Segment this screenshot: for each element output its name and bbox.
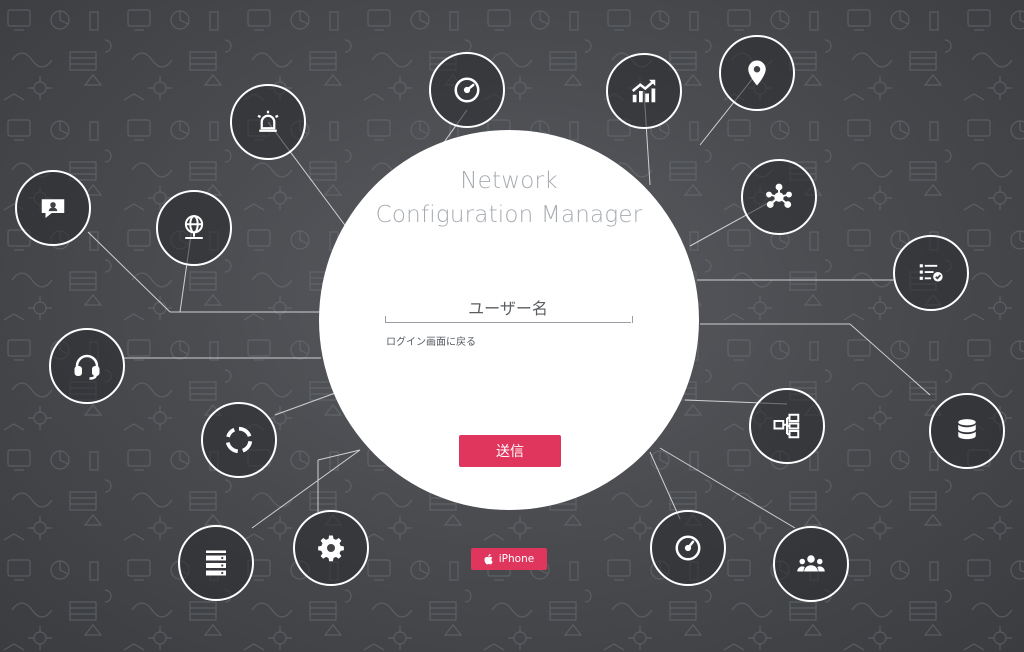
globe-network-node[interactable] — [156, 190, 232, 266]
alarm-bell-icon — [257, 110, 279, 132]
database-node[interactable] — [929, 393, 1005, 469]
back-to-login-link[interactable]: ログイン画面に戻る — [386, 333, 476, 348]
trending-chart-icon — [631, 79, 656, 103]
login-card: Network Configuration Manager ログイン画面に戻る … — [319, 130, 699, 510]
checklist-icon — [919, 264, 943, 282]
gear-node[interactable] — [293, 510, 369, 586]
trending-chart-node[interactable] — [606, 53, 682, 129]
username-input[interactable] — [385, 294, 631, 323]
sync-icon — [225, 426, 253, 454]
map-pin-node[interactable] — [719, 35, 795, 111]
apple-icon — [484, 553, 493, 564]
database-icon — [958, 419, 976, 440]
server-rack-icon — [206, 550, 226, 576]
gauge-node[interactable] — [650, 510, 726, 586]
workflow-icon — [773, 413, 800, 439]
globe-network-icon — [184, 215, 204, 239]
gauge-icon — [675, 535, 701, 561]
submit-button[interactable]: 送信 — [459, 435, 561, 467]
checklist-node[interactable] — [893, 235, 969, 311]
user-group-node[interactable] — [773, 526, 849, 602]
user-group-icon — [797, 555, 825, 572]
speedometer-icon — [454, 77, 480, 103]
speedometer-node[interactable] — [429, 52, 505, 128]
title-line-2: Configuration Manager — [375, 202, 643, 228]
server-rack-node[interactable] — [178, 525, 254, 601]
title-line-1: Network — [460, 168, 558, 194]
chat-bubble-icon — [41, 199, 65, 218]
page-title: Network Configuration Manager — [319, 164, 699, 232]
sync-node[interactable] — [201, 402, 277, 478]
hierarchy-network-node[interactable] — [741, 159, 817, 235]
hierarchy-network-icon — [766, 183, 792, 208]
alarm-bell-node[interactable] — [230, 84, 306, 160]
iphone-label: iPhone — [498, 553, 535, 565]
headset-icon — [74, 354, 100, 380]
gear-icon — [318, 535, 344, 562]
map-pin-icon — [748, 60, 766, 86]
iphone-app-badge[interactable]: iPhone — [471, 548, 547, 570]
workflow-node[interactable] — [749, 388, 825, 464]
headset-node[interactable] — [49, 328, 125, 404]
chat-bubble-node[interactable] — [15, 170, 91, 246]
